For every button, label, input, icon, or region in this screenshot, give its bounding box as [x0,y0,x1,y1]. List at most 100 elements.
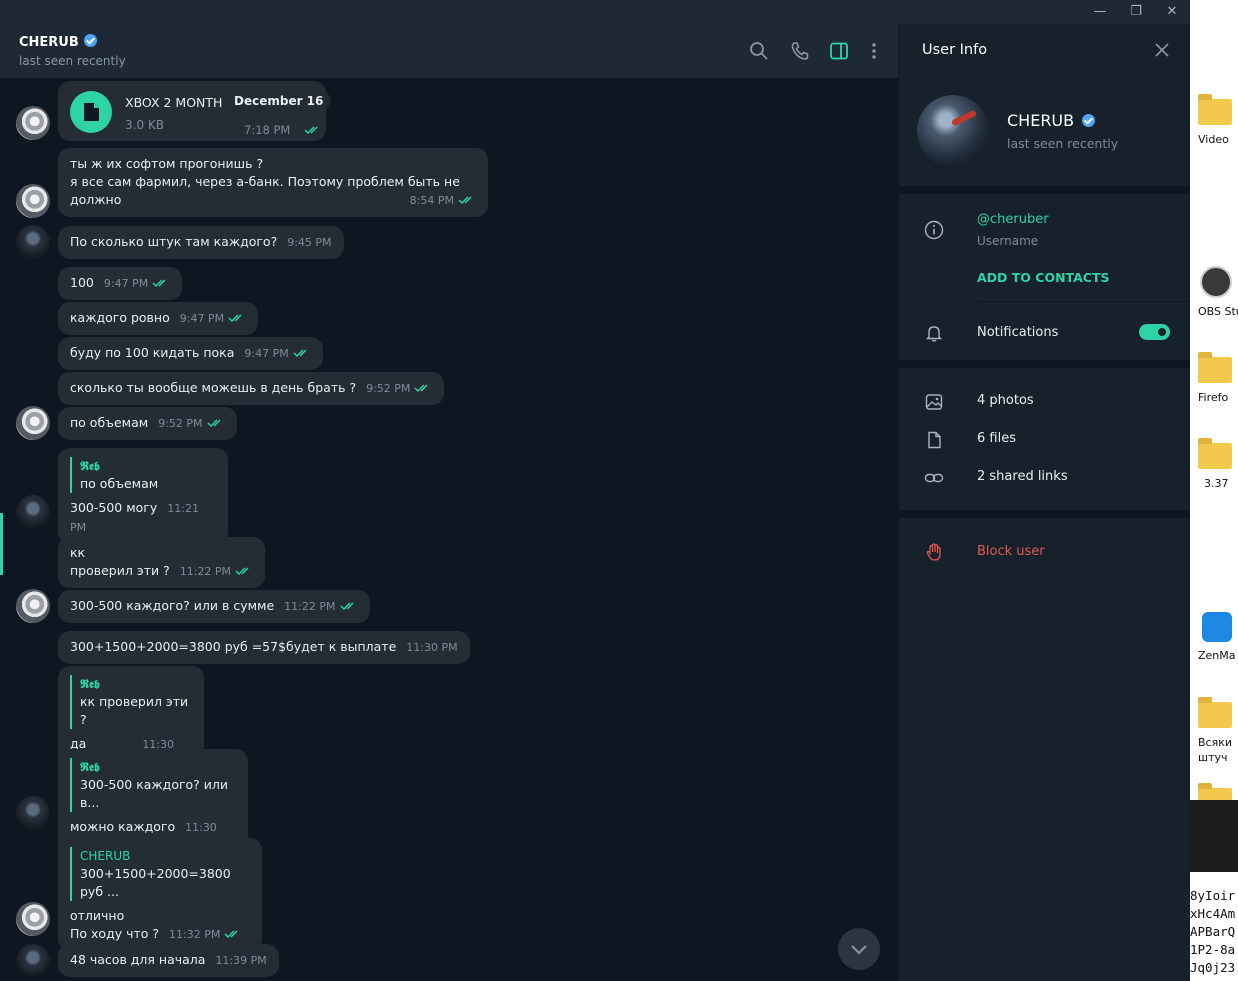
message-time: 11:30 PM [406,641,458,654]
info-icon [924,220,944,240]
profile-avatar[interactable] [917,95,989,167]
scroll-to-bottom-button[interactable] [838,928,880,970]
block-user-button[interactable]: Block user [977,544,1045,559]
reply-quote[interactable]: CHERUB 300+1500+2000=3800 руб ... [70,847,250,901]
close-icon[interactable] [1154,42,1170,58]
message-time: 11:39 PM [215,954,267,967]
photos-link[interactable]: 4 photos [977,393,1034,408]
row-divider [977,301,1190,302]
avatar[interactable] [16,589,50,623]
unread-indicator [0,513,3,575]
read-checkmarks-icon [152,279,166,288]
close-window-button[interactable]: ✕ [1164,4,1180,20]
notifications-toggle[interactable] [1139,324,1170,340]
message-list[interactable]: XBOX 2 MONTH 3.0 KB 7:18 PM December 16 … [0,78,898,981]
minimize-button[interactable]: — [1092,4,1108,20]
message-time: 9:47 PM [103,277,149,290]
message-time: 9:45 PM [287,236,332,249]
avatar[interactable] [16,796,50,830]
message-time: 7:18 PM [244,123,291,137]
avatar[interactable] [16,944,50,978]
read-checkmarks-icon [207,419,221,428]
folder-icon[interactable] [1198,352,1232,383]
chevron-down-icon [851,945,867,955]
hand-block-icon [926,543,941,561]
user-info-panel: User Info CHERUB last seen recently @che… [899,24,1190,981]
file-message[interactable]: XBOX 2 MONTH 3.0 KB 7:18 PM [58,81,326,141]
more-icon[interactable] [863,40,885,62]
folder-icon[interactable] [1198,94,1232,125]
profile-name: CHERUB [1007,111,1096,130]
read-checkmarks-icon [414,384,428,393]
message-bubble[interactable]: 𝕽𝖊𝖇 по объемам 300-500 могу 11:21 PM [58,448,228,544]
file-size: 3.0 KB [125,118,164,132]
bell-icon [925,326,943,342]
date-separator: December 16 [226,91,332,111]
window-titlebar: — ❐ ✕ [0,0,1190,24]
message-bubble[interactable]: каждого ровно 9:47 PM [58,302,259,335]
add-to-contacts-button[interactable]: ADD TO CONTACTS [977,270,1109,285]
reply-quote[interactable]: 𝕽𝖊𝖇 300-500 каждого? или в... [70,758,236,812]
restore-button[interactable]: ❐ [1128,4,1144,20]
message-bubble[interactable]: 48 часов для начала 11:39 PM [58,944,279,977]
read-checkmarks-icon [339,602,354,611]
sidebar-toggle-icon[interactable] [828,40,850,62]
message-time: 9:52 PM [158,417,203,430]
verified-icon [83,34,97,47]
verified-icon [1082,114,1096,127]
message-time: 9:52 PM [366,382,411,395]
message-time: 8:54 PM [409,194,454,207]
section-separator [899,186,1190,194]
folder-icon[interactable] [1198,438,1232,469]
file-icon[interactable] [70,91,112,133]
username-label: Username [977,234,1039,248]
read-checkmarks-icon [293,349,307,358]
avatar[interactable] [16,184,50,218]
avatar[interactable] [16,106,50,140]
username-link[interactable]: @cheruber [977,212,1049,227]
message-time: 11:22 PM [179,565,232,578]
avatar[interactable] [16,495,50,529]
files-link[interactable]: 6 files [977,431,1016,446]
reply-quote[interactable]: 𝕽𝖊𝖇 по объемам [70,457,216,493]
message-time: 9:47 PM [179,312,225,325]
chat-title[interactable]: CHERUB [19,34,97,50]
chat-status: last seen recently [19,54,126,68]
read-checkmarks-icon [458,196,472,205]
section-separator [899,360,1190,368]
section-separator [899,510,1190,518]
message-bubble[interactable]: По сколько штук там каждого? 9:45 PM [58,226,344,259]
avatar[interactable] [16,406,50,440]
file-icon [928,431,941,449]
profile-status: last seen recently [1007,136,1119,151]
message-bubble[interactable]: буду по 100 кидать пока 9:47 PM [58,337,323,370]
message-time: 9:47 PM [244,347,289,360]
message-bubble[interactable]: 100 9:47 PM [58,267,183,300]
message-bubble[interactable]: по объемам 9:52 PM [58,407,237,440]
notifications-label: Notifications [977,325,1059,340]
chat-header[interactable]: CHERUB last seen recently [0,24,898,78]
search-icon[interactable] [748,40,770,62]
zenmate-icon[interactable] [1202,612,1232,642]
message-bubble[interactable]: 300-500 каждого? или в сумме 11:22 PM [58,590,370,623]
read-checkmarks-icon [224,930,238,939]
reply-quote[interactable]: 𝕽𝖊𝖇 кк проверил эти ? [70,675,192,729]
link-icon [924,473,944,483]
file-name: XBOX 2 MONTH [125,95,223,110]
message-bubble[interactable]: 300+1500+2000=3800 руб =57$будет к выпла… [58,631,470,664]
message-bubble[interactable]: кк проверил эти ? 11:22 PM [58,537,266,588]
message-bubble[interactable]: CHERUB 300+1500+2000=3800 руб ... отличн… [58,838,262,951]
message-time: 11:32 PM [169,928,221,941]
message-bubble[interactable]: ты ж их софтом прогонишь ? я все сам фар… [58,148,488,217]
phone-icon[interactable] [789,40,811,62]
message-bubble[interactable]: сколько ты вообще можешь в день брать ? 9… [58,372,445,405]
obs-studio-icon[interactable] [1200,266,1232,298]
panel-title: User Info [922,42,988,58]
shared-links-link[interactable]: 2 shared links [977,469,1068,484]
avatar[interactable] [16,902,50,936]
terminal-titlebar [1190,800,1238,872]
read-checkmarks-icon [228,314,242,323]
folder-icon[interactable] [1198,697,1232,728]
avatar[interactable] [16,225,50,259]
read-checkmarks-icon [235,567,249,576]
